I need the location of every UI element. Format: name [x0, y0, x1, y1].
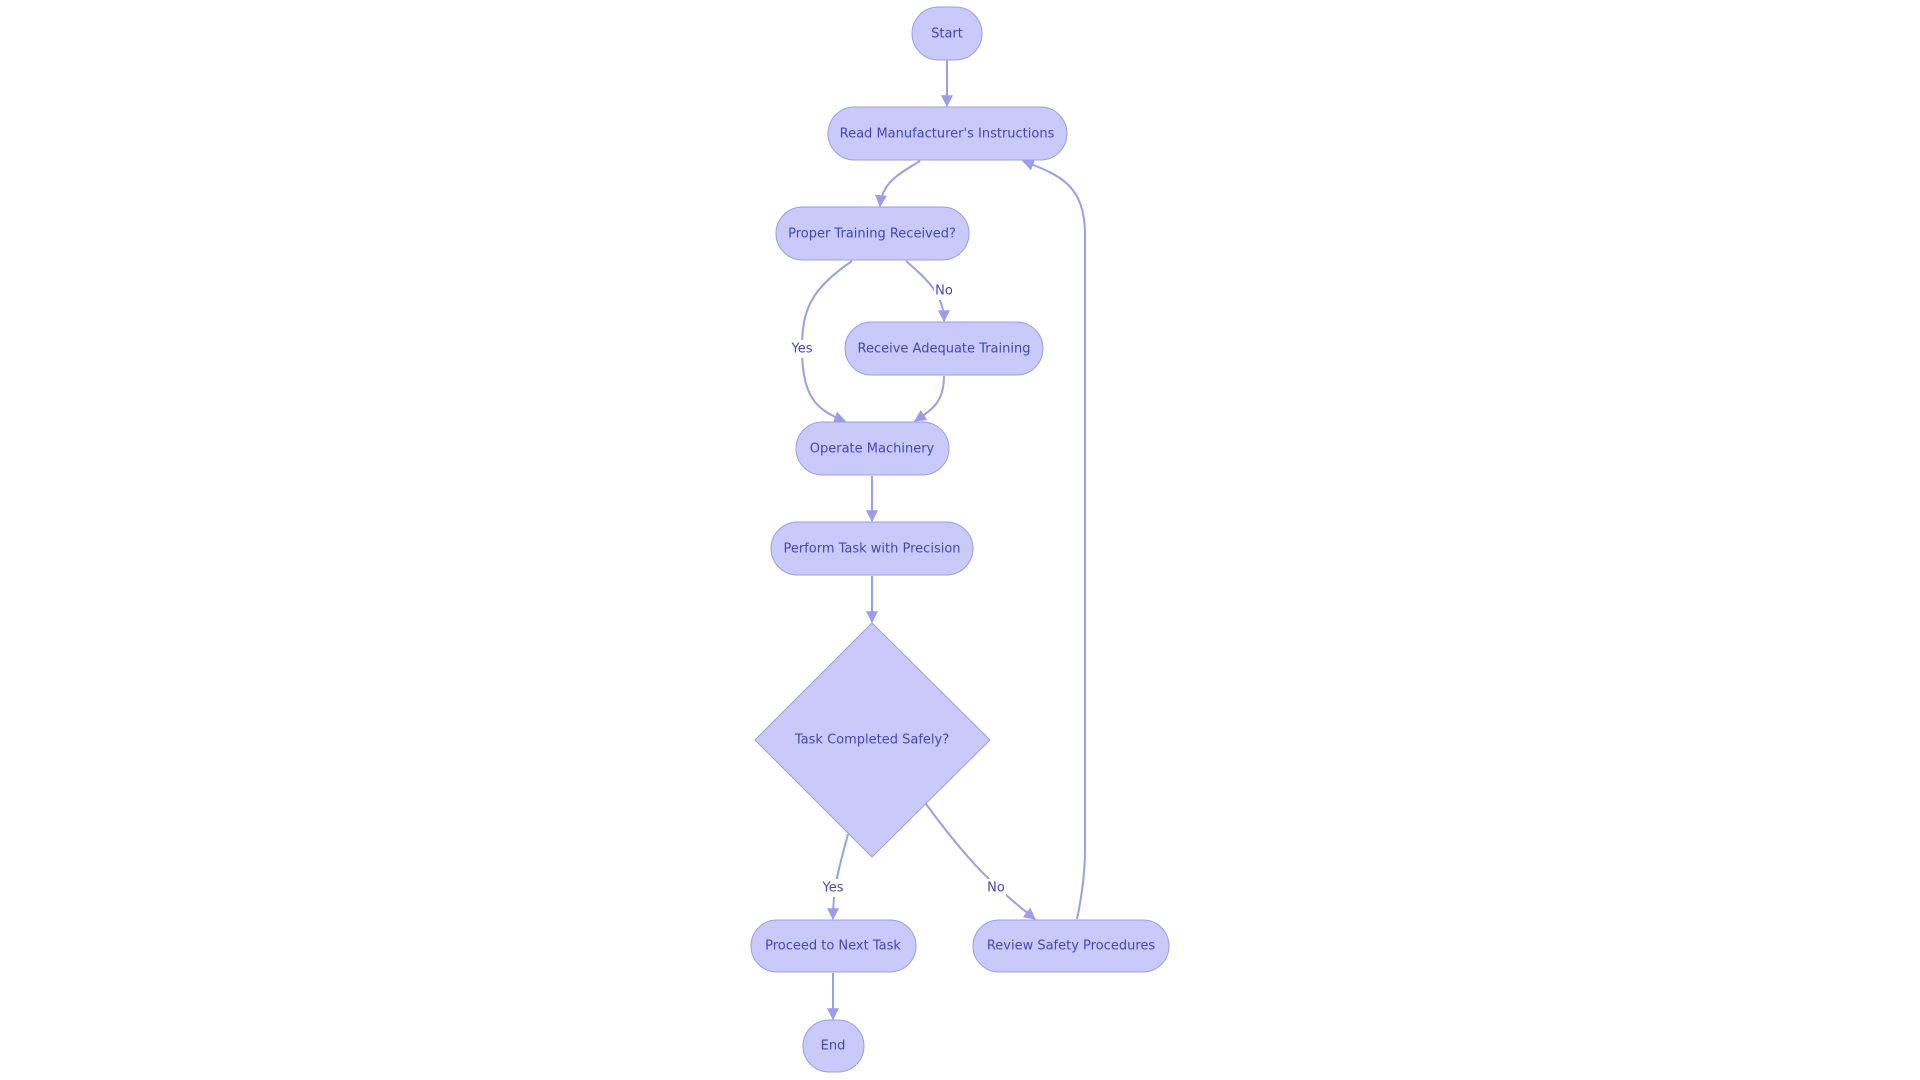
node-perform-task[interactable]: Perform Task with Precision [770, 521, 974, 576]
node-proper-training[interactable]: Proper Training Received? [775, 206, 970, 261]
node-end[interactable]: End [802, 1019, 865, 1073]
edge-label-training-no: No [935, 284, 953, 299]
node-end-label: End [821, 1039, 846, 1054]
node-start[interactable]: Start [911, 6, 983, 61]
node-read-instructions[interactable]: Read Manufacturer's Instructions [827, 106, 1068, 161]
node-operate-machinery[interactable]: Operate Machinery [795, 421, 950, 476]
edge-label-training-yes: Yes [791, 342, 813, 357]
node-task-completed-safely[interactable]: Task Completed Safely? [754, 622, 991, 858]
node-proper-training-label: Proper Training Received? [788, 227, 956, 242]
node-operate-machinery-label: Operate Machinery [810, 442, 935, 457]
node-receive-training-label: Receive Adequate Training [858, 342, 1031, 357]
edge-safe-proceed-yes [827, 833, 849, 921]
edge-label-safe-no: No [987, 881, 1005, 896]
node-review-safety[interactable]: Review Safety Procedures [972, 919, 1170, 973]
flowchart: Yes No Yes No Start Read Manufacturer's … [750, 6, 1170, 1073]
node-read-instructions-label: Read Manufacturer's Instructions [840, 127, 1055, 142]
node-proceed-next-task[interactable]: Proceed to Next Task [750, 919, 917, 973]
edge-review-read [1021, 159, 1086, 920]
node-task-completed-safely-label: Task Completed Safely? [794, 733, 949, 748]
node-receive-training[interactable]: Receive Adequate Training [844, 321, 1044, 376]
edge-read-training [875, 160, 921, 208]
node-start-label: Start [931, 27, 963, 42]
node-proceed-next-task-label: Proceed to Next Task [765, 939, 901, 954]
edge-safe-review-no [925, 803, 1036, 920]
node-perform-task-label: Perform Task with Precision [783, 542, 960, 557]
edge-label-safe-yes: Yes [822, 881, 844, 896]
node-review-safety-label: Review Safety Procedures [987, 939, 1156, 954]
edge-receive-operate [913, 375, 945, 422]
